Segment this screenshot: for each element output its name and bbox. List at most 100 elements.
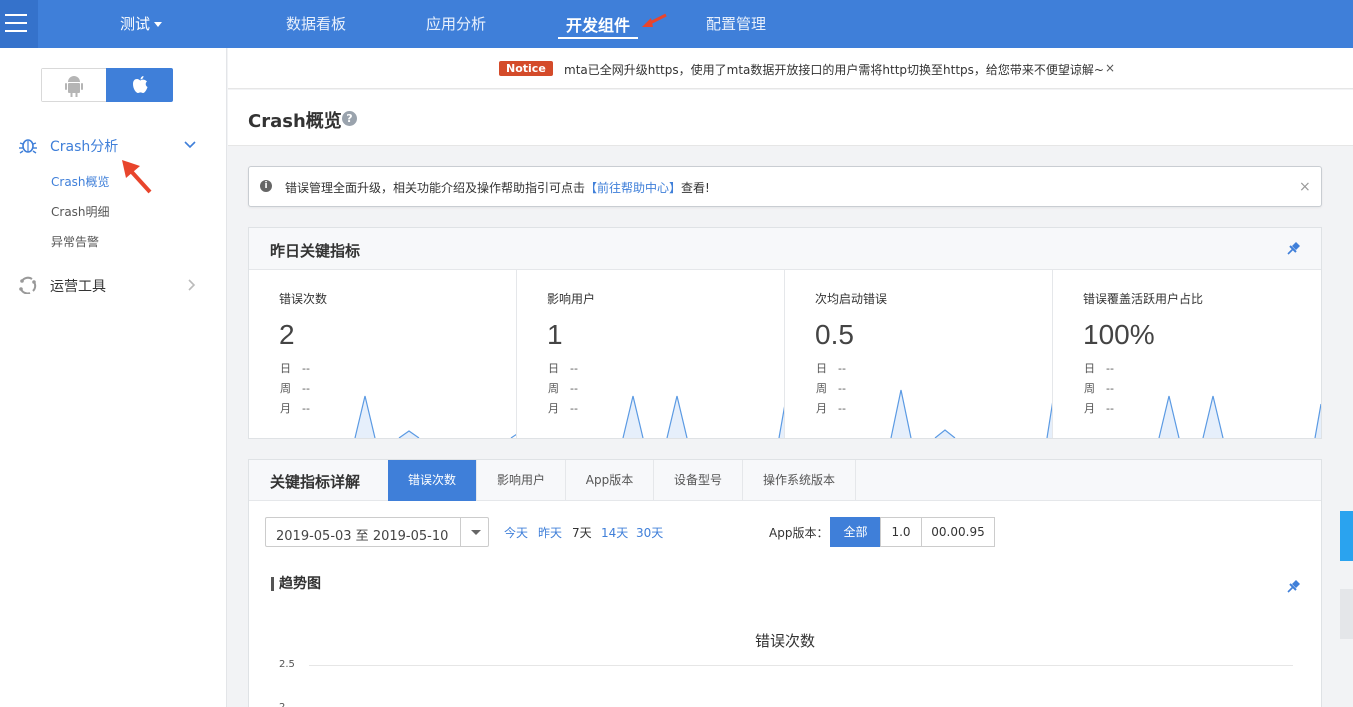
version-all-button[interactable]: 全部 [830, 517, 881, 547]
notice-text: mta已全网升级https，使用了mta数据开放接口的用户需将http切换至ht… [564, 63, 1104, 77]
metric-label: 错误次数 [279, 292, 328, 306]
version-label: App版本： [769, 526, 829, 540]
notice-close-icon[interactable]: × [1105, 61, 1115, 75]
range-7days[interactable]: 7天 [572, 524, 592, 541]
day-value: -- [570, 362, 578, 375]
menu-icon[interactable] [0, 0, 38, 48]
top-navbar: 测试 数据看板 应用分析 开发组件 配置管理 [0, 0, 1353, 48]
y-tick-label: 2 [279, 702, 285, 707]
help-icon[interactable]: ? [342, 111, 357, 126]
row-label-day: 日 [816, 362, 827, 375]
notice-badge: Notice [499, 61, 553, 76]
range-30days[interactable]: 30天 [636, 524, 663, 541]
pin-icon[interactable] [1286, 242, 1300, 256]
day-value: -- [1106, 362, 1114, 375]
range-yesterday[interactable]: 昨天 [538, 524, 562, 541]
android-icon [65, 76, 83, 97]
bug-icon [19, 139, 37, 154]
tab-app-version[interactable]: App版本 [566, 460, 654, 501]
metric-card-avg-errors: 次均启动错误 0.5 日 -- 周 -- 月 -- [785, 270, 1053, 438]
metric-day: 日 -- [816, 360, 846, 376]
metric-label: 影响用户 [547, 292, 596, 306]
sidebar-item-alerts[interactable]: 异常告警 [51, 233, 99, 250]
metric-card-coverage: 错误覆盖活跃用户占比 100% 日 -- 周 -- 月 -- [1053, 270, 1321, 438]
tab-errors[interactable]: 错误次数 [388, 460, 477, 501]
version-1-0-button[interactable]: 1.0 [880, 517, 922, 547]
info-text: 错误管理全面升级，相关功能介绍及操作帮助指引可点击【前往帮助中心】查看! [285, 179, 710, 196]
detail-title: 关键指标详解 [270, 473, 361, 491]
nav-app-analysis[interactable]: 应用分析 [426, 13, 486, 34]
metrics-header: 昨日关键指标 [249, 228, 1321, 270]
date-range-picker[interactable]: 2019-05-03 至 2019-05-10 [265, 517, 489, 547]
sparkline-chart [890, 389, 1052, 438]
version-00-00-95-button[interactable]: 00.00.95 [921, 517, 995, 547]
trend-title: 趋势图 [271, 577, 321, 591]
row-label-day: 日 [280, 362, 291, 375]
day-value: -- [838, 362, 846, 375]
annotation-arrow-icon [122, 160, 152, 194]
os-toggle [41, 68, 173, 102]
tools-icon [19, 276, 37, 294]
sidebar-group-label: Crash分析 [50, 139, 119, 155]
day-value: -- [302, 362, 310, 375]
app-selector[interactable]: 测试 [120, 13, 163, 34]
floating-feedback-button[interactable] [1340, 511, 1353, 561]
nav-dashboard[interactable]: 数据看板 [286, 13, 346, 34]
android-tab[interactable] [42, 69, 106, 101]
key-metrics-panel: 昨日关键指标 错误次数 2 日 -- 周 -- 月 -- 影响用户 1 日 --… [248, 227, 1322, 439]
metric-card-errors: 错误次数 2 日 -- 周 -- 月 -- [249, 270, 517, 438]
tab-os-version[interactable]: 操作系统版本 [743, 460, 856, 501]
info-icon: i [260, 180, 272, 192]
gridline [309, 665, 1293, 666]
main-content: Notice mta已全网升级https，使用了mta数据开放接口的用户需将ht… [228, 48, 1353, 707]
date-caret[interactable] [460, 518, 489, 546]
metric-value: 0.5 [815, 319, 854, 350]
info-prefix: 错误管理全面升级，相关功能介绍及操作帮助指引可点击 [285, 181, 586, 195]
metrics-title: 昨日关键指标 [270, 242, 361, 260]
caret-down-icon [471, 530, 481, 535]
sidebar: Crash分析 Crash概览 Crash明细 异常告警 运营工具 [0, 48, 227, 707]
metric-day: 日 -- [1084, 360, 1114, 376]
sidebar-group-label: 运营工具 [50, 279, 106, 295]
row-label-day: 日 [548, 362, 559, 375]
sidebar-item-crash-detail[interactable]: Crash明细 [51, 203, 110, 220]
sparkline-chart [354, 395, 516, 438]
nav-active-indicator [558, 37, 638, 39]
pin-icon[interactable] [1286, 580, 1300, 594]
date-range-text: 2019-05-03 至 2019-05-10 [276, 529, 449, 544]
tab-users[interactable]: 影响用户 [477, 460, 566, 501]
annotation-arrow-icon [642, 13, 667, 27]
metric-value: 100% [1083, 319, 1155, 350]
metric-day: 日 -- [548, 360, 578, 376]
info-banner: i 错误管理全面升级，相关功能介绍及操作帮助指引可点击【前往帮助中心】查看! × [248, 166, 1322, 207]
nav-config[interactable]: 配置管理 [706, 13, 766, 34]
metrics-detail-panel: 关键指标详解 错误次数 影响用户 App版本 设备型号 操作系统版本 2019-… [248, 459, 1322, 707]
info-close-icon[interactable]: × [1299, 179, 1311, 195]
y-tick-label: 2.5 [279, 659, 295, 670]
chart-title: 错误次数 [754, 632, 815, 650]
page-header: Crash概览 ? [228, 90, 1353, 146]
app-name: 测试 [120, 15, 151, 33]
chevron-right-icon [188, 279, 196, 291]
metric-label: 错误覆盖活跃用户占比 [1083, 292, 1204, 306]
range-14days[interactable]: 14天 [601, 524, 628, 541]
metric-value: 1 [547, 319, 563, 350]
nav-dev-components[interactable]: 开发组件 [566, 12, 630, 36]
range-today[interactable]: 今天 [504, 524, 528, 541]
chevron-down-icon [184, 141, 196, 149]
row-label-day: 日 [1084, 362, 1095, 375]
info-suffix: 查看! [681, 181, 710, 195]
caret-down-icon [154, 22, 163, 27]
detail-header: 关键指标详解 错误次数 影响用户 App版本 设备型号 操作系统版本 [249, 460, 1321, 501]
ios-tab[interactable] [106, 68, 173, 102]
help-center-link[interactable]: 【前往帮助中心】 [585, 181, 681, 195]
metric-card-users: 影响用户 1 日 -- 周 -- 月 -- [517, 270, 785, 438]
metric-day: 日 -- [280, 360, 310, 376]
sparkline-chart [1158, 395, 1321, 438]
sidebar-item-crash-overview[interactable]: Crash概览 [51, 173, 110, 190]
floating-side-button[interactable] [1340, 589, 1353, 639]
page-title: Crash概览 [248, 111, 342, 132]
notice-bar: Notice mta已全网升级https，使用了mta数据开放接口的用户需将ht… [228, 48, 1353, 89]
tab-device-model[interactable]: 设备型号 [654, 460, 743, 501]
metric-label: 次均启动错误 [815, 292, 888, 306]
